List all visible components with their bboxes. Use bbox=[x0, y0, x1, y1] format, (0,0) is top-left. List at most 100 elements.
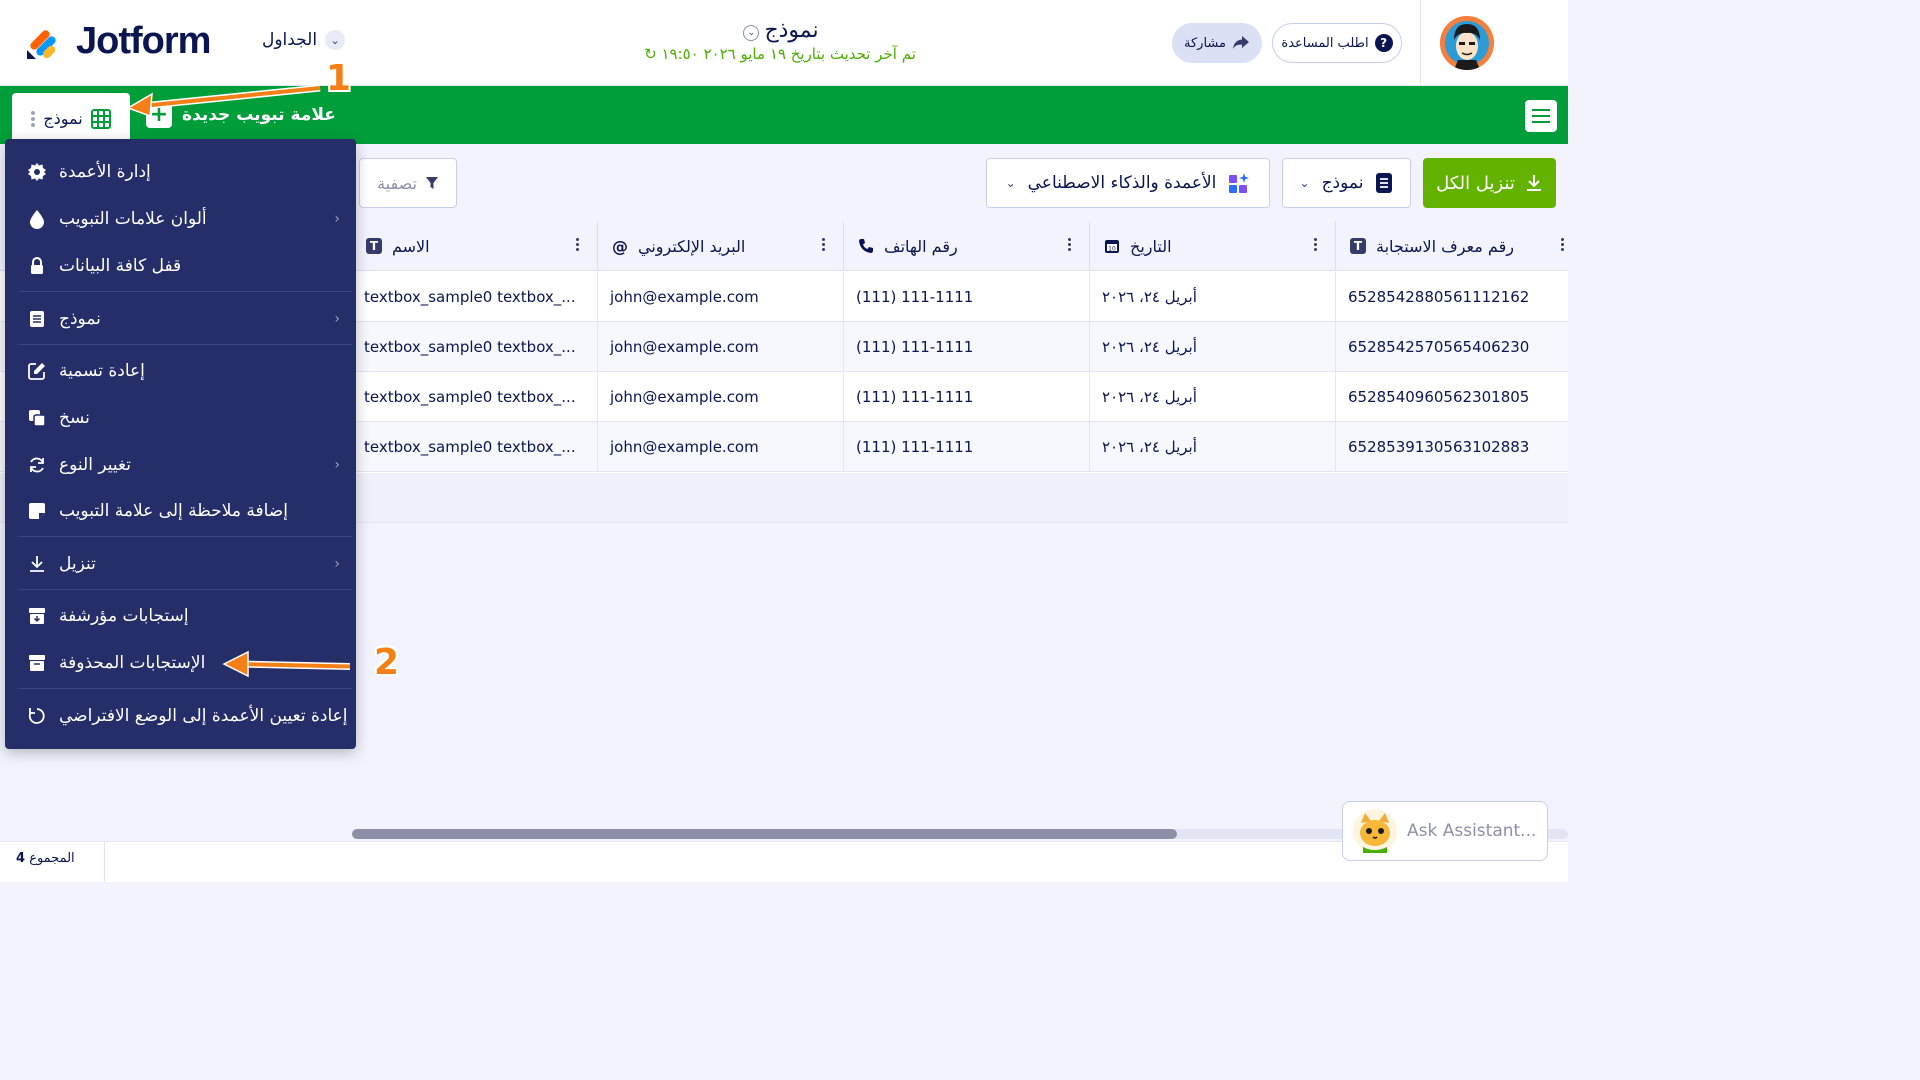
chevron-down-icon[interactable]: ⌄ bbox=[743, 24, 760, 41]
cell-date[interactable]: أبريل ٢٤، ٢٠٢٦ bbox=[1090, 422, 1336, 472]
reset-icon bbox=[27, 706, 47, 726]
footer-bar bbox=[0, 841, 1568, 882]
filter-label: تصفية bbox=[377, 173, 417, 193]
cell-phone[interactable]: (111) 111-1111 bbox=[844, 272, 1090, 322]
footer-divider bbox=[104, 841, 105, 882]
menu-item-label: إعادة تعيين الأعمدة إلى الوضع الافتراضي bbox=[59, 706, 348, 726]
tab-options-icon[interactable] bbox=[31, 110, 36, 127]
last-updated-status: ↻ تم آخر تحديث بتاريخ ١٩ مايو ٢٠٢٦ ١٩:٥٠ bbox=[620, 45, 940, 63]
cell-phone[interactable]: (111) 111-1111 bbox=[844, 422, 1090, 472]
form-title[interactable]: نموذج bbox=[764, 18, 818, 43]
header-divider bbox=[1420, 0, 1421, 86]
table-grid-icon bbox=[90, 108, 111, 129]
column-options-icon[interactable] bbox=[1314, 238, 1317, 253]
archive-icon bbox=[27, 606, 47, 626]
get-help-label: اطلب المساعدة bbox=[1281, 35, 1369, 51]
menu-item-label: نسخ bbox=[59, 408, 90, 428]
column-header-label: رقم الهاتف bbox=[884, 236, 958, 256]
trash-box-icon bbox=[27, 653, 47, 673]
tables-dropdown[interactable]: الجداول ⌄ bbox=[262, 30, 346, 50]
column-options-icon[interactable] bbox=[822, 238, 825, 253]
total-count: 4 المجموع bbox=[16, 851, 75, 866]
column-header-date[interactable]: 10 التاريخ bbox=[1090, 221, 1336, 271]
menu-item-reset-columns[interactable]: إعادة تعيين الأعمدة إلى الوضع الافتراضي bbox=[19, 694, 352, 738]
share-button[interactable]: مشاركة bbox=[1172, 23, 1262, 63]
annotation-step-1: 1 bbox=[326, 58, 352, 99]
form-document-icon bbox=[27, 309, 47, 329]
cell-date[interactable]: أبريل ٢٤، ٢٠٢٦ bbox=[1090, 372, 1336, 422]
cell-response-id[interactable]: 6528542880561112162 bbox=[1336, 272, 1568, 322]
form-document-icon bbox=[1376, 173, 1393, 193]
cell-response-id[interactable]: 6528539130563102883 bbox=[1336, 422, 1568, 472]
cell-name[interactable]: textbox_sample0 textbox_... bbox=[352, 422, 598, 472]
column-header-phone[interactable]: رقم الهاتف bbox=[844, 221, 1090, 271]
chevron-down-icon: ⌄ bbox=[1005, 176, 1016, 190]
column-options-icon[interactable] bbox=[1068, 238, 1071, 253]
menu-icon[interactable] bbox=[1525, 100, 1557, 132]
refresh-icon: ↻ bbox=[644, 45, 657, 63]
horizontal-scrollbar-thumb[interactable] bbox=[352, 829, 1177, 839]
edit-icon bbox=[27, 361, 47, 381]
chevron-down-icon: ⌄ bbox=[1299, 176, 1310, 190]
cell-response-id[interactable]: 6528540960562301805 bbox=[1336, 372, 1568, 422]
column-header-label: الاسم bbox=[392, 236, 430, 256]
cell-date[interactable]: أبريل ٢٤، ٢٠٢٦ bbox=[1090, 272, 1336, 322]
svg-text:10: 10 bbox=[1108, 246, 1116, 253]
column-header-response-id[interactable]: T رقم معرف الاستجابة bbox=[1336, 221, 1568, 271]
cell-name[interactable]: textbox_sample0 textbox_... bbox=[352, 322, 598, 372]
avatar[interactable] bbox=[1440, 16, 1494, 70]
ask-assistant-label: Ask Assistant... bbox=[1407, 821, 1537, 841]
annotation-arrows bbox=[126, 84, 350, 678]
ask-assistant-button[interactable]: Ask Assistant... bbox=[1342, 801, 1548, 861]
cell-name[interactable]: textbox_sample0 textbox_... bbox=[352, 372, 598, 422]
columns-ai-label: الأعمدة والذكاء الاصطناعي bbox=[1027, 173, 1217, 193]
get-help-button[interactable]: اطلب المساعدة ? bbox=[1272, 23, 1402, 63]
annotation-step-2: 2 bbox=[374, 642, 400, 683]
user-avatar-icon bbox=[1440, 16, 1494, 70]
download-all-label: تنزيل الكل bbox=[1436, 172, 1515, 194]
annotation-arrow-2 bbox=[222, 650, 350, 678]
jotform-logo[interactable]: Jotform bbox=[24, 20, 211, 63]
cell-name[interactable]: textbox_sample0 textbox_... bbox=[352, 272, 598, 322]
column-options-icon[interactable] bbox=[576, 238, 579, 253]
jotform-logo-icon bbox=[27, 29, 56, 59]
column-options-icon[interactable] bbox=[1561, 238, 1564, 253]
cell-phone[interactable]: (111) 111-1111 bbox=[844, 322, 1090, 372]
form-dropdown[interactable]: ⌄ نموذج bbox=[1282, 158, 1411, 208]
download-icon bbox=[1526, 175, 1541, 191]
assistant-cat-icon bbox=[1353, 809, 1397, 853]
column-header-label: رقم معرف الاستجابة bbox=[1376, 236, 1514, 256]
text-type-icon: T bbox=[1350, 238, 1366, 254]
column-header-email[interactable]: @ البريد الإلكتروني bbox=[598, 221, 844, 271]
at-sign-icon: @ bbox=[612, 236, 628, 256]
cell-response-id[interactable]: 6528542570565406230 bbox=[1336, 322, 1568, 372]
cell-date[interactable]: أبريل ٢٤، ٢٠٢٦ bbox=[1090, 322, 1336, 372]
share-button-label: مشاركة bbox=[1184, 35, 1226, 51]
column-header-label: التاريخ bbox=[1130, 236, 1172, 256]
phone-icon bbox=[859, 239, 873, 253]
columns-ai-dropdown[interactable]: ⌄ الأعمدة والذكاء الاصطناعي bbox=[986, 158, 1270, 208]
tab-form-label: نموذج bbox=[43, 109, 83, 128]
cell-email[interactable]: john@example.com bbox=[598, 422, 844, 472]
share-arrow-icon bbox=[1232, 36, 1249, 49]
cell-email[interactable]: john@example.com bbox=[598, 372, 844, 422]
question-icon: ? bbox=[1374, 34, 1393, 52]
logo-text: Jotform bbox=[76, 20, 211, 62]
cell-email[interactable]: john@example.com bbox=[598, 272, 844, 322]
total-count-label: المجموع bbox=[29, 851, 75, 866]
lock-icon bbox=[27, 256, 47, 276]
droplet-icon bbox=[27, 209, 47, 229]
tab-form[interactable]: نموذج bbox=[12, 93, 130, 144]
column-header-label: البريد الإلكتروني bbox=[638, 236, 746, 256]
filter-button[interactable]: تصفية bbox=[359, 158, 457, 208]
calendar-icon: 10 bbox=[1105, 240, 1119, 253]
last-updated-text: تم آخر تحديث بتاريخ ١٩ مايو ٢٠٢٦ ١٩:٥٠ bbox=[661, 45, 916, 63]
column-header-name[interactable]: T الاسم bbox=[352, 221, 598, 271]
cell-email[interactable]: john@example.com bbox=[598, 322, 844, 372]
copy-icon bbox=[27, 408, 47, 428]
annotation-arrow-1 bbox=[126, 84, 321, 118]
menu-item-label: نموذج bbox=[59, 309, 101, 329]
download-all-button[interactable]: تنزيل الكل bbox=[1423, 158, 1556, 208]
menu-item-label: تنزيل bbox=[59, 554, 96, 574]
cell-phone[interactable]: (111) 111-1111 bbox=[844, 372, 1090, 422]
